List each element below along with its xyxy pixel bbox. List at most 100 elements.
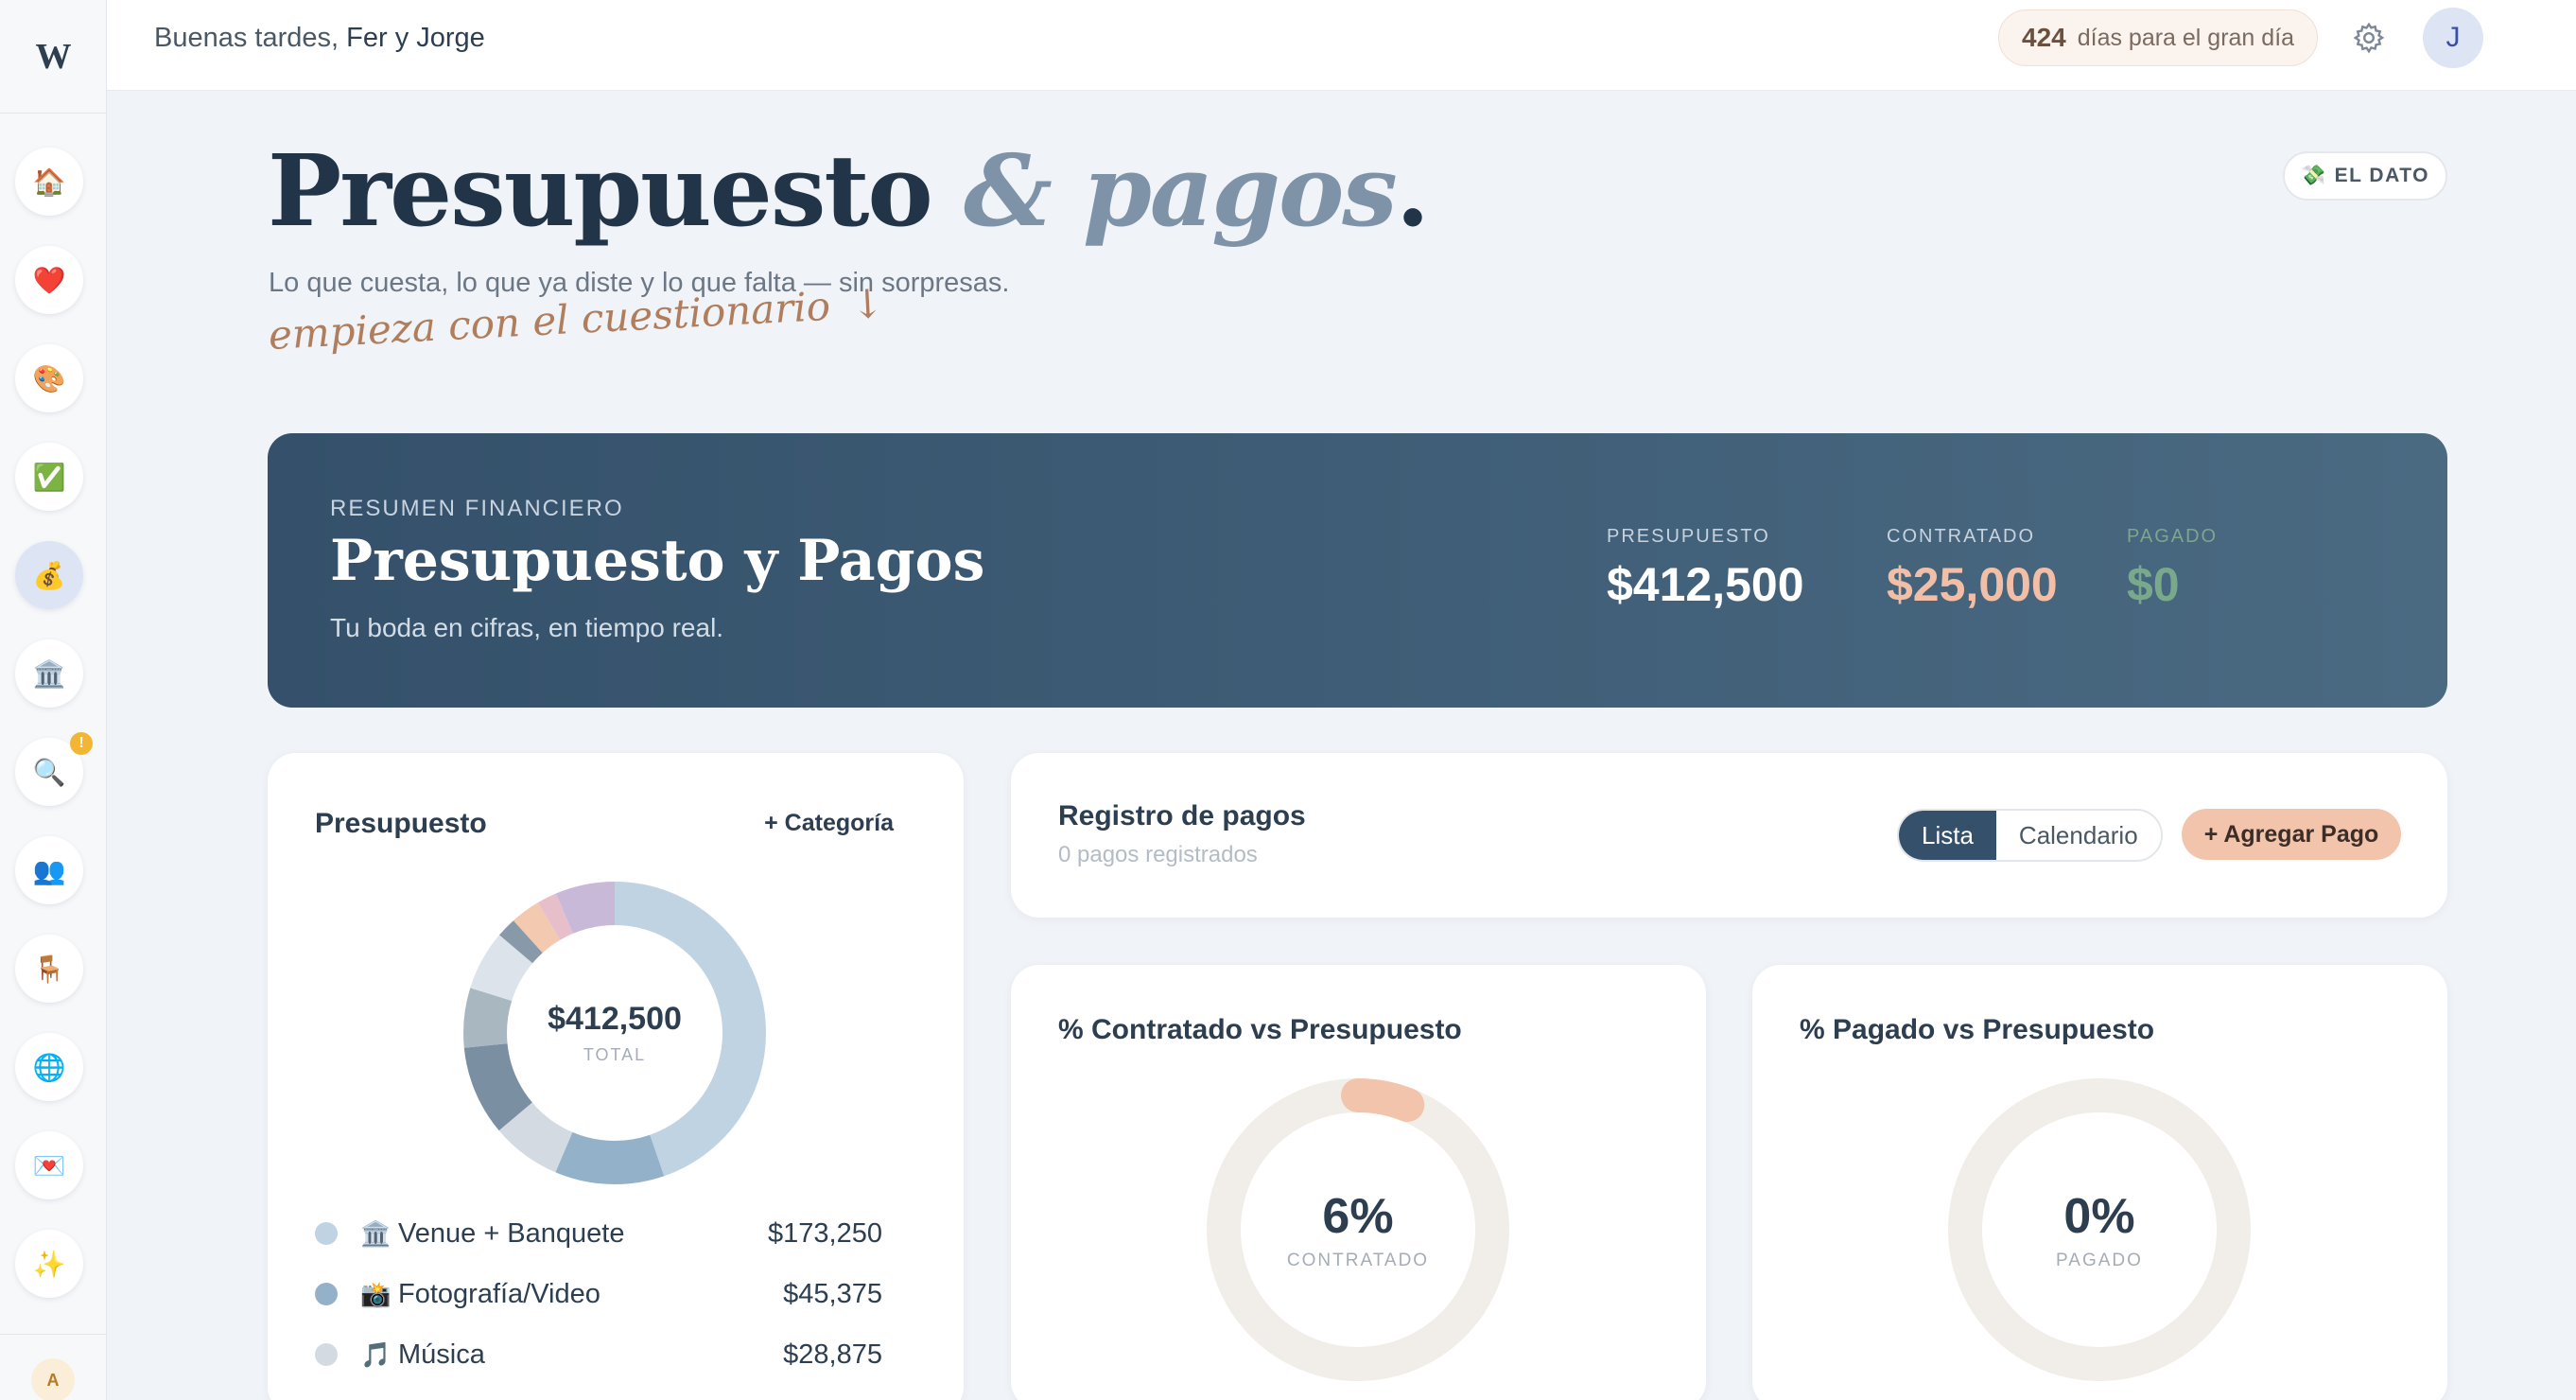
stat-budget-value: $412,500 — [1607, 558, 1804, 611]
sidebar-item-website[interactable]: 🌐 — [15, 1033, 83, 1101]
budget-icon: 💰 — [32, 560, 66, 590]
sidebar-divider — [0, 1334, 107, 1335]
contracted-card-title: % Contratado vs Presupuesto — [1058, 1014, 1462, 1045]
arrow-down-icon: ↓ — [849, 279, 886, 328]
legend-category-amount: $45,375 — [783, 1278, 882, 1309]
contracted-ring-center: 6% CONTRATADO — [1207, 1078, 1509, 1381]
donut-center: $412,500 TOTAL — [463, 882, 766, 1184]
budget-card-title: Presupuesto — [315, 808, 487, 839]
stat-contracted-label: CONTRATADO — [1887, 526, 2036, 547]
legend-category-name: Venue + Banquete — [398, 1217, 625, 1249]
guests-icon: 👥 — [32, 855, 66, 885]
sidebar-item-tasks[interactable]: ✅ — [15, 443, 83, 511]
contracted-ring: 6% CONTRATADO — [1207, 1078, 1509, 1381]
banner-title: Presupuesto y Pagos — [330, 528, 985, 594]
legend-category-name: Música — [398, 1339, 485, 1370]
money-wings-icon: 💸 — [2300, 165, 2327, 186]
sidebar: W 🏠 ❤️ 🎨 ✅ 💰 🏛️ 🔍 👥 🪑 🌐 💌 ✨ ! A — [0, 0, 107, 1400]
payments-card: Registro de pagos 0 pagos registrados Li… — [1011, 753, 2447, 918]
countdown-days: 424 — [2022, 23, 2066, 52]
stat-contracted: CONTRATADO $25,000 — [1887, 526, 2058, 612]
view-calendar-button[interactable]: Calendario — [1995, 811, 2161, 860]
gear-icon — [2353, 22, 2385, 54]
add-payment-button[interactable]: + Agregar Pago — [2182, 809, 2401, 860]
banner-subtitle: Tu boda en cifras, en tiempo real. — [330, 613, 724, 642]
stat-paid-label: PAGADO — [2127, 526, 2219, 547]
legend-color-dot — [315, 1343, 338, 1366]
payments-count: 0 pagos registrados — [1058, 842, 1258, 867]
sidebar-item-seating[interactable]: 🪑 — [15, 935, 83, 1003]
sidebar-user-avatar[interactable]: A — [31, 1358, 75, 1400]
paid-ring-center: 0% PAGADO — [1948, 1078, 2251, 1381]
greeting-prefix: Buenas tardes, — [154, 23, 339, 53]
page-title-accent: & pagos — [964, 132, 1398, 249]
banner-eyebrow: RESUMEN FINANCIERO — [330, 496, 624, 521]
page-title-dot: . — [1395, 132, 1430, 249]
page-title: Presupuesto & pagos. — [268, 132, 1430, 249]
invitations-icon: 💌 — [32, 1150, 66, 1181]
financial-summary-banner: RESUMEN FINANCIERO Presupuesto y Pagos T… — [268, 433, 2447, 708]
paid-ring: 0% PAGADO — [1948, 1078, 2251, 1381]
app-logo[interactable]: W — [0, 0, 107, 114]
add-category-button[interactable]: + Categoría — [764, 810, 894, 837]
legend-item[interactable]: 🏛️ Venue + Banquete $173,250 — [315, 1215, 882, 1252]
legend-color-dot — [315, 1283, 338, 1305]
category-icon: 📸 — [360, 1279, 392, 1308]
seating-icon: 🪑 — [32, 954, 66, 984]
sidebar-item-guests[interactable]: 👥 — [15, 836, 83, 904]
sidebar-item-design[interactable]: 🎨 — [15, 344, 83, 412]
paid-ring-label: PAGADO — [2056, 1251, 2143, 1270]
contracted-percent-card: % Contratado vs Presupuesto 6% CONTRATAD… — [1011, 965, 1706, 1400]
paid-percent: 0% — [2063, 1189, 2135, 1244]
paid-percent-card: % Pagado vs Presupuesto 0% PAGADO — [1752, 965, 2447, 1400]
stat-paid-value: $0 — [2127, 558, 2180, 611]
tip-button[interactable]: 💸 EL DATO — [2283, 151, 2447, 201]
legend-category-amount: $173,250 — [768, 1217, 882, 1249]
settings-button[interactable] — [2346, 15, 2392, 61]
search-icon: 🔍 — [32, 757, 66, 787]
category-icon: 🎵 — [360, 1339, 392, 1369]
sidebar-item-venue[interactable]: 🏛️ — [15, 639, 83, 708]
design-icon: 🎨 — [32, 363, 66, 394]
app: W 🏠 ❤️ 🎨 ✅ 💰 🏛️ 🔍 👥 🪑 🌐 💌 ✨ ! A Buenas tardes, Fer … — [0, 0, 2576, 1400]
sidebar-item-invitations[interactable]: 💌 — [15, 1131, 83, 1199]
venue-icon: 🏛️ — [32, 658, 66, 689]
website-icon: 🌐 — [32, 1052, 66, 1082]
sidebar-item-extras[interactable]: ✨ — [15, 1230, 83, 1298]
legend-item[interactable]: 📸 Fotografía/Video $45,375 — [315, 1275, 882, 1313]
budget-card: Presupuesto + Categoría $412,500 TOTAL 🏛… — [268, 753, 964, 1400]
paid-card-title: % Pagado vs Presupuesto — [1800, 1014, 2155, 1045]
budget-donut-chart: $412,500 TOTAL — [463, 882, 766, 1184]
stat-budget-label: PRESUPUESTO — [1607, 526, 1770, 547]
home-icon: 🏠 — [32, 166, 66, 197]
sidebar-item-love[interactable]: ❤️ — [15, 246, 83, 314]
extras-icon: ✨ — [32, 1249, 66, 1279]
greeting: Buenas tardes, Fer y Jorge — [154, 23, 485, 54]
love-icon: ❤️ — [32, 265, 66, 295]
donut-total-label: TOTAL — [583, 1045, 647, 1064]
sidebar-item-home[interactable]: 🏠 — [15, 148, 83, 216]
view-list-button[interactable]: Lista — [1899, 811, 1996, 860]
legend-category-amount: $28,875 — [783, 1339, 882, 1370]
donut-total-value: $412,500 — [548, 1001, 682, 1037]
view-toggle: Lista Calendario — [1897, 809, 2163, 862]
countdown-pill: 424 días para el gran día — [1998, 9, 2319, 66]
tip-button-label: EL DATO — [2334, 165, 2429, 186]
stat-paid: PAGADO $0 — [2127, 526, 2218, 612]
top-bar: Buenas tardes, Fer y Jorge 424 días para… — [107, 0, 2576, 91]
stat-contracted-value: $25,000 — [1887, 558, 2058, 611]
sidebar-item-budget[interactable]: 💰 — [15, 541, 83, 609]
tasks-icon: ✅ — [32, 462, 66, 492]
alert-badge: ! — [70, 732, 93, 755]
stat-budget: PRESUPUESTO $412,500 — [1607, 526, 1804, 612]
legend-color-dot — [315, 1222, 338, 1245]
legend-item[interactable]: 🎵 Música $28,875 — [315, 1336, 882, 1374]
page-title-main: Presupuesto — [268, 132, 933, 249]
category-icon: 🏛️ — [360, 1218, 392, 1248]
contracted-ring-label: CONTRATADO — [1286, 1251, 1430, 1270]
countdown-label: días para el gran día — [2077, 24, 2295, 51]
greeting-names: Fer y Jorge — [346, 23, 485, 53]
contracted-percent: 6% — [1322, 1189, 1394, 1244]
payments-title: Registro de pagos — [1058, 800, 1306, 831]
user-avatar[interactable]: J — [2423, 8, 2483, 68]
